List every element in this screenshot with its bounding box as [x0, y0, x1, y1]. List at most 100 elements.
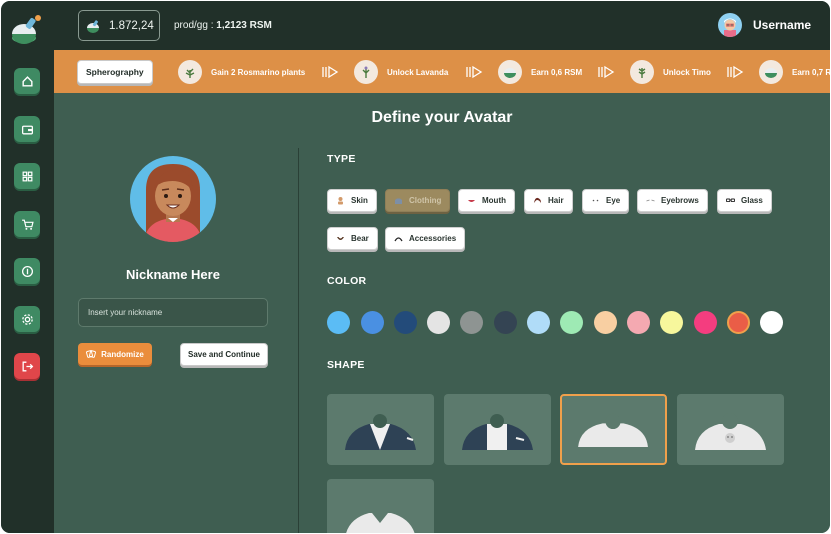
shape-option-skull-tee[interactable] — [677, 394, 784, 465]
color-swatch[interactable] — [361, 311, 384, 334]
color-swatch[interactable] — [660, 311, 683, 334]
blazer-shirt-icon — [462, 414, 533, 450]
chip-label: Clothing — [409, 196, 442, 205]
sidebar-item-coin[interactable] — [14, 258, 40, 284]
arrow-right-icon — [598, 65, 615, 79]
quest-banner: Spherography Gain 2 Rosmarino plants Unl… — [54, 50, 830, 93]
home-icon — [21, 75, 33, 87]
color-swatch[interactable] — [594, 311, 617, 334]
logout-icon — [22, 361, 33, 371]
sidebar-item-grid[interactable] — [14, 163, 40, 189]
arrow-right-icon — [727, 65, 744, 79]
chip-label: Glass — [741, 196, 763, 205]
type-chip-mouth[interactable]: Mouth — [458, 189, 515, 212]
user-avatar[interactable] — [718, 13, 742, 37]
color-swatch[interactable] — [460, 311, 483, 334]
skin-icon — [338, 197, 343, 205]
randomize-label: Randomize — [101, 349, 144, 359]
sphere-icon — [498, 60, 522, 84]
type-chip-hair[interactable]: Hair — [524, 189, 573, 212]
sphere-icon — [87, 19, 99, 33]
type-chip-eye[interactable]: Eye — [582, 189, 630, 212]
banner-item-rosmarino[interactable]: Gain 2 Rosmarino plants — [178, 60, 305, 84]
shuffle-icon — [86, 350, 97, 358]
settings-icon — [21, 313, 33, 325]
chip-label: Skin — [351, 196, 368, 205]
shape-option-blazer-2[interactable] — [444, 394, 551, 465]
blazer-shirt-icon — [345, 414, 416, 450]
thyme-icon — [630, 60, 654, 84]
production-rate: prod/gg : 1,2123 RSM — [174, 20, 272, 31]
banner-item-label: Unlock Lavanda — [387, 67, 449, 77]
hair-icon — [534, 197, 541, 203]
app-window: 1.872,24 prod/gg : 1,2123 RSM Username S… — [1, 1, 830, 533]
lavender-icon — [354, 60, 378, 84]
randomize-button[interactable]: Randomize — [78, 343, 152, 365]
banner-item-earn-06[interactable]: Earn 0,6 RSM — [498, 60, 582, 84]
app-logo-icon[interactable] — [10, 12, 44, 46]
type-chip-bear[interactable]: Bear — [327, 227, 378, 250]
type-chip-eyebrows[interactable]: Eyebrows — [637, 189, 708, 212]
production-value: 1,2123 RSM — [216, 20, 272, 31]
chip-label: Hair — [548, 196, 564, 205]
sidebar-item-settings[interactable] — [14, 306, 40, 332]
eye-icon — [592, 199, 599, 202]
banner-item-lavanda[interactable]: Unlock Lavanda — [354, 60, 448, 84]
color-swatch[interactable] — [627, 311, 650, 334]
banner-item-label: Earn 0,6 RSM — [531, 67, 583, 77]
vneck-tshirt-icon — [346, 513, 415, 533]
chip-label: Accessories — [409, 234, 457, 243]
color-swatch[interactable] — [494, 311, 517, 334]
shape-option-vneck-tee[interactable] — [327, 479, 434, 533]
banner-item-earn-07[interactable]: Earn 0,7 RSM — [759, 60, 830, 84]
banner-item-timo[interactable]: Unlock Timo — [630, 60, 711, 84]
shape-option-plain-tee[interactable] — [560, 394, 667, 465]
username[interactable]: Username — [753, 18, 811, 32]
panel-divider — [298, 148, 299, 533]
type-section-label: TYPE — [327, 153, 356, 165]
save-continue-button[interactable]: Save and Continue — [180, 343, 268, 366]
wallet-icon — [21, 125, 33, 134]
chip-label: Bear — [351, 234, 369, 243]
balance-box[interactable]: 1.872,24 — [78, 10, 160, 41]
color-swatch[interactable] — [527, 311, 550, 334]
balance-value: 1.872,24 — [109, 19, 154, 32]
type-chip-glass[interactable]: Glass — [717, 189, 772, 212]
page-title: Define your Avatar — [371, 109, 513, 126]
banner-item-label: Unlock Timo — [663, 67, 711, 77]
topbar: 1.872,24 prod/gg : 1,2123 RSM Username — [54, 1, 830, 50]
color-swatch-selected[interactable] — [727, 311, 750, 334]
type-chip-accessories[interactable]: Accessories — [385, 227, 466, 250]
beard-icon — [337, 237, 344, 240]
spherography-button[interactable]: Spherography — [77, 60, 153, 84]
type-chip-clothing[interactable]: Clothing — [385, 189, 451, 212]
shape-section-label: SHAPE — [327, 359, 365, 371]
nickname-input[interactable] — [78, 298, 268, 327]
glasses-icon — [726, 198, 735, 203]
color-swatch[interactable] — [560, 311, 583, 334]
coin-icon — [21, 265, 33, 277]
color-swatch[interactable] — [694, 311, 717, 334]
color-swatch[interactable] — [394, 311, 417, 334]
arrow-right-icon — [466, 65, 483, 79]
avatar-preview — [130, 156, 216, 242]
production-label: prod/gg : — [174, 20, 217, 31]
sidebar-item-wallet[interactable] — [14, 116, 40, 142]
sidebar — [1, 1, 54, 533]
color-section-label: COLOR — [327, 275, 367, 287]
type-chip-skin[interactable]: Skin — [327, 189, 377, 212]
color-swatch[interactable] — [760, 311, 783, 334]
accessories-icon — [394, 237, 403, 242]
eyebrows-icon — [646, 199, 655, 202]
sidebar-item-cart[interactable] — [14, 211, 40, 237]
sphere-icon — [759, 60, 783, 84]
sidebar-item-logout[interactable] — [14, 353, 40, 379]
arrow-right-icon — [322, 65, 339, 79]
chip-label: Mouth — [482, 196, 506, 205]
shape-option-blazer[interactable] — [327, 394, 434, 465]
chip-label: Eye — [606, 196, 621, 205]
cart-icon — [21, 219, 34, 230]
color-swatch[interactable] — [427, 311, 450, 334]
sidebar-item-home[interactable] — [14, 68, 40, 94]
color-swatch[interactable] — [327, 311, 350, 334]
